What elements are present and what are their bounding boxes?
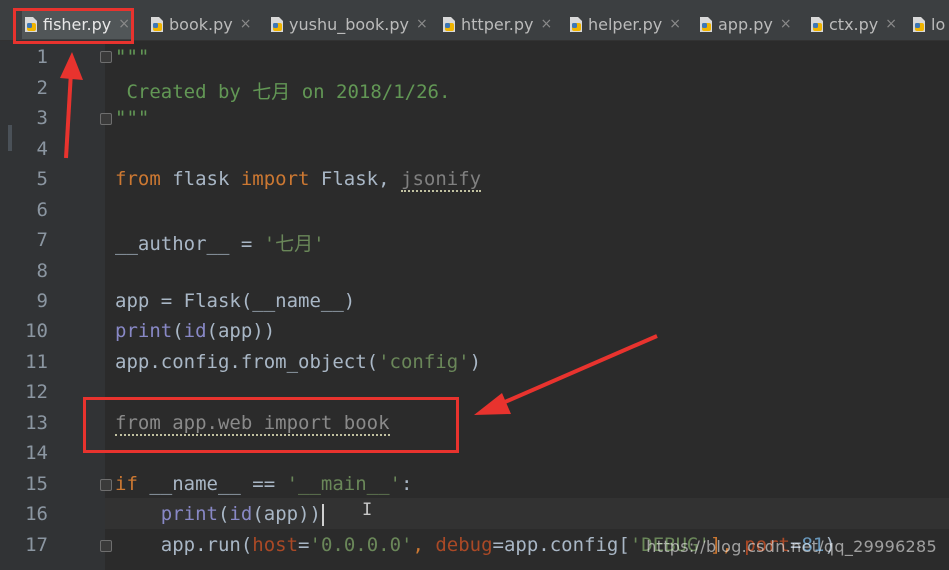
watermark: https://blog.csdn.net/qq_29996285 <box>646 537 937 556</box>
annotation-arrows <box>60 52 658 415</box>
arrow-left-icon <box>474 334 658 415</box>
arrow-up-icon <box>60 52 83 159</box>
